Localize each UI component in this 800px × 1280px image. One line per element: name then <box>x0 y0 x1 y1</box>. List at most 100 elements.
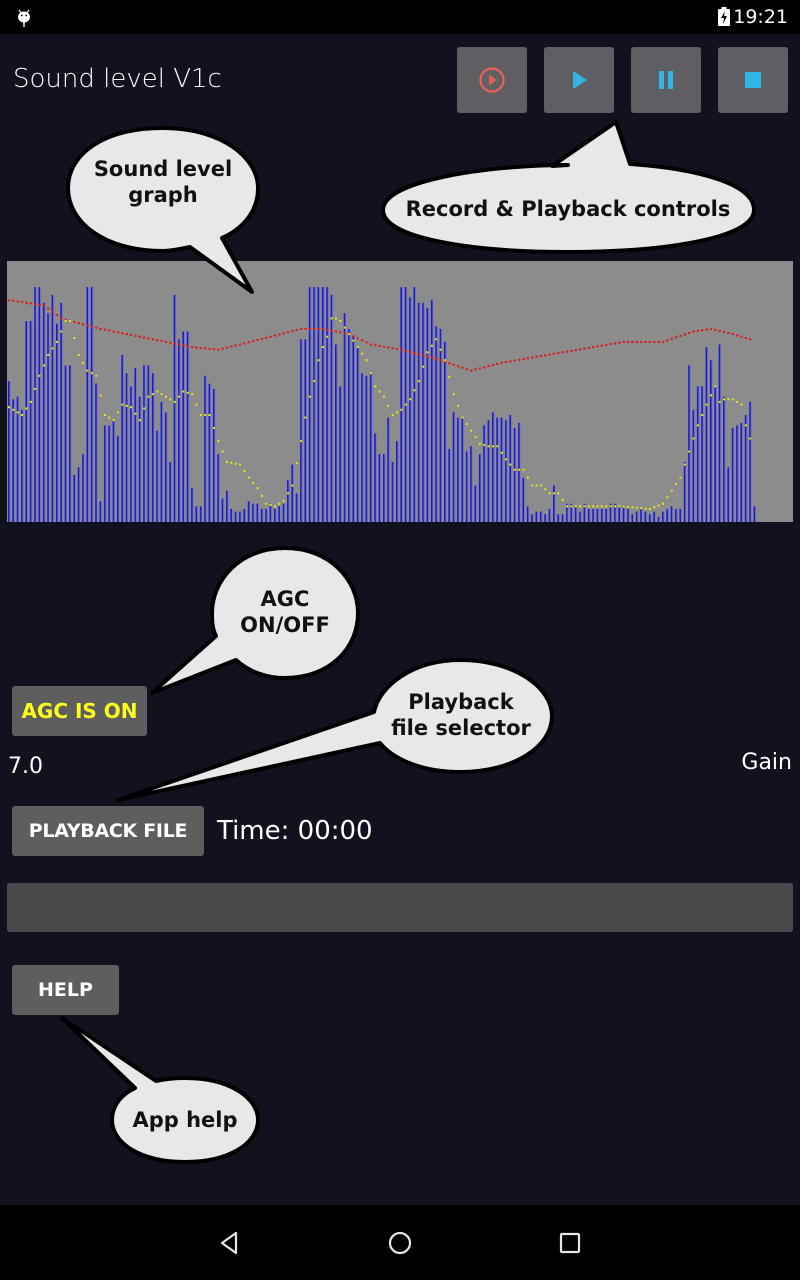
level-bar-shade <box>327 287 329 522</box>
peak-dot <box>29 400 32 403</box>
peak-dot <box>369 372 372 375</box>
level-bar-shade <box>18 396 20 522</box>
recents-button[interactable] <box>550 1223 590 1263</box>
average-dot <box>596 345 599 348</box>
level-bar <box>295 493 298 522</box>
callout-graph-text: Sound level graph <box>78 156 248 209</box>
peak-dot <box>526 476 529 479</box>
back-button[interactable] <box>210 1223 250 1263</box>
peak-dot <box>566 505 569 508</box>
peak-dot <box>701 414 704 416</box>
level-bar <box>387 417 389 522</box>
average-dot <box>731 333 734 336</box>
peak-dot <box>465 423 468 426</box>
level-bar-shade <box>380 454 382 522</box>
level-bar-shade <box>436 326 438 522</box>
level-bar-shade <box>240 511 242 522</box>
level-bar <box>195 506 198 522</box>
peak-dot <box>452 393 455 396</box>
average-dot <box>247 341 250 344</box>
peak-dot <box>731 398 734 401</box>
level-bar-shade <box>449 448 451 522</box>
peak-dot <box>496 445 499 448</box>
level-bar <box>25 321 28 522</box>
help-button[interactable]: HELP <box>12 965 119 1015</box>
agc-toggle-button[interactable]: AGC IS ON <box>12 686 147 736</box>
level-bar <box>330 294 333 522</box>
average-dot <box>705 328 708 331</box>
average-dot <box>99 327 102 330</box>
level-bar <box>378 454 381 522</box>
level-bar <box>535 511 538 522</box>
playback-file-field[interactable] <box>7 883 793 932</box>
level-bar <box>369 373 372 522</box>
average-dot <box>278 333 281 336</box>
level-bar <box>635 511 638 522</box>
peak-dot <box>657 504 660 507</box>
level-bar-shade <box>646 511 648 522</box>
level-bar <box>644 511 647 522</box>
level-bar <box>356 347 359 522</box>
level-bar <box>321 287 324 522</box>
average-dot <box>640 340 643 343</box>
level-bar <box>727 467 729 522</box>
level-bar <box>269 503 272 522</box>
average-dot <box>160 340 163 342</box>
peak-dot <box>317 359 320 362</box>
level-bar-shade <box>358 347 360 522</box>
level-bar <box>753 506 756 522</box>
peak-dot <box>130 406 133 409</box>
peak-dot <box>8 406 10 409</box>
peak-dot <box>382 395 385 398</box>
home-button[interactable] <box>380 1223 420 1263</box>
average-dot <box>491 364 495 366</box>
peak-dot <box>51 347 54 350</box>
level-bar <box>226 490 228 522</box>
average-dot <box>400 348 403 351</box>
level-bar-shade <box>92 287 94 522</box>
level-bar-shade <box>554 485 556 522</box>
level-bar <box>90 287 93 522</box>
level-bar-shade <box>96 383 98 522</box>
status-bar: 19:21 <box>0 0 800 34</box>
level-bar <box>265 508 267 522</box>
level-bar-shade <box>402 287 403 522</box>
peak-dot <box>178 395 181 398</box>
callout-playback-line1: Playback <box>408 690 514 714</box>
stop-button[interactable] <box>718 47 788 113</box>
peak-dot <box>252 481 255 484</box>
playback-file-button[interactable]: PLAYBACK FILE <box>12 806 204 856</box>
average-dot <box>199 347 203 349</box>
stop-icon <box>745 72 761 88</box>
level-bar-shade <box>419 302 421 522</box>
peak-dot <box>531 484 534 487</box>
peak-dot <box>374 385 377 388</box>
peak-dot <box>204 414 207 416</box>
level-bar-shade <box>415 287 417 522</box>
level-bar-shade <box>729 467 730 522</box>
level-bar-shade <box>659 516 661 522</box>
level-bar-shade <box>633 514 635 522</box>
peak-dot <box>688 450 691 453</box>
average-dot <box>256 339 259 341</box>
peak-dot <box>269 504 272 506</box>
play-button[interactable] <box>544 47 614 113</box>
level-bar <box>618 506 620 522</box>
average-dot <box>73 320 76 323</box>
average-dot <box>164 340 168 343</box>
play-icon <box>573 71 587 89</box>
average-dot <box>7 299 11 302</box>
average-dot <box>583 347 586 350</box>
peak-dot <box>321 346 324 349</box>
average-dot <box>134 334 137 337</box>
level-bar <box>273 508 276 522</box>
record-button[interactable] <box>457 47 527 113</box>
average-dot <box>299 327 303 330</box>
average-dot <box>112 330 115 333</box>
level-bar-shade <box>105 425 107 522</box>
pause-button[interactable] <box>631 47 701 113</box>
level-bar <box>435 326 437 522</box>
peak-dot <box>278 502 281 505</box>
average-dot <box>156 339 159 342</box>
sound-level-graph <box>7 261 793 522</box>
